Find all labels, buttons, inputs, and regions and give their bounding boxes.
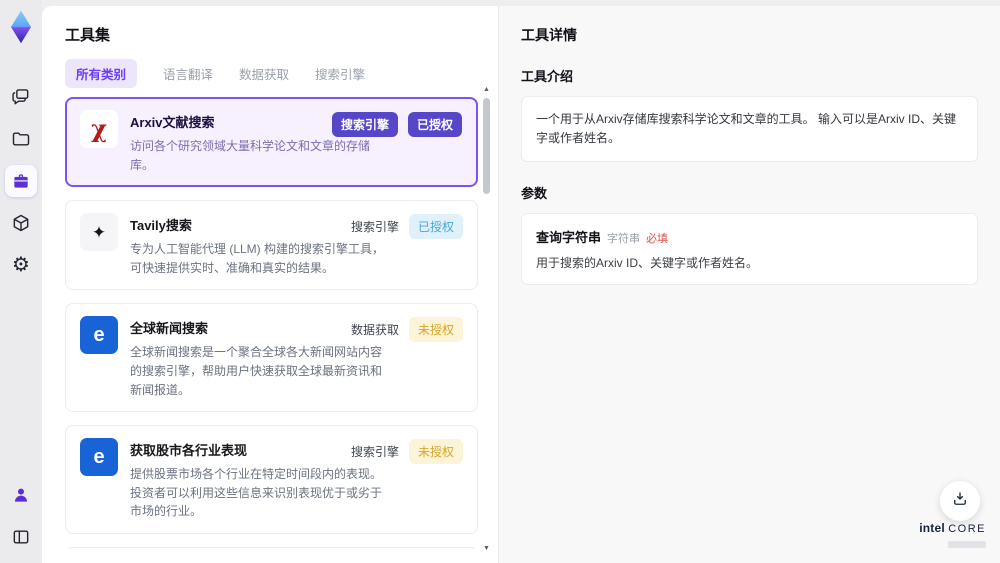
tool-auth-badge: 未授权: [408, 439, 463, 465]
intel-core-logo: intel CORE: [919, 521, 986, 553]
tool-description: 提供股票市场各个行业在特定时间段内的表现。投资者可以利用这些信息来识别表现优于或…: [130, 467, 383, 519]
category-tabs: 所有类别 语言翻译 数据获取 搜索引擎: [65, 58, 498, 88]
user-icon: [11, 485, 31, 505]
download-icon: [951, 490, 969, 513]
scrollbar-down-icon[interactable]: ▼: [482, 545, 491, 553]
detail-title: 工具详情: [521, 27, 577, 43]
toolbox-icon: [11, 171, 31, 191]
param-required-badge: 必填: [646, 233, 669, 246]
tab-language-translation[interactable]: 语言翻译: [163, 64, 213, 83]
intro-box: 一个用于从Arxiv存储库搜索科学论文和文章的工具。 输入可以是Arxiv ID…: [521, 96, 978, 163]
sidebar-item-toolbox[interactable]: [5, 165, 37, 197]
tool-category-tag: 搜索引擎: [350, 220, 399, 235]
sidebar-item-files[interactable]: [5, 123, 37, 155]
tool-list: χ Arxiv文献搜索 访问各个研究领域大量科学论文和文章的存储库。 搜索引擎 …: [65, 97, 498, 549]
settings-gear-icon: ⚙: [12, 254, 30, 276]
tool-card[interactable]: e 获取市场最活跃股票信息 提供当天交易量最高的股票列表，投资者可以利用这些信息…: [65, 546, 478, 549]
global-news-logo-icon: e: [80, 316, 118, 355]
tool-description: 全球新闻搜索是一个聚合全球各大新闻网站内容的搜索引擎，帮助用户快速获取全球最新资…: [130, 345, 383, 397]
folder-icon: [11, 129, 31, 149]
core-wordmark: CORE: [948, 523, 986, 535]
tavily-logo-icon: ✦: [80, 213, 118, 252]
tool-tags: 搜索引擎 已授权: [350, 214, 463, 240]
scrollbar-thumb[interactable]: [483, 98, 490, 194]
tool-category-tag: 搜索引擎: [350, 445, 399, 460]
tool-tags: 搜索引擎 已授权: [331, 112, 462, 137]
tool-category-tag: 搜索引擎: [331, 112, 398, 137]
tool-name: 获取股市各行业表现: [130, 443, 248, 459]
tool-detail-panel: 工具详情 工具介绍 一个用于从Arxiv存储库搜索科学论文和文章的工具。 输入可…: [498, 6, 1000, 563]
param-box: 查询字符串 字符串 必填 用于搜索的Arxiv ID、关键字或作者姓名。: [521, 213, 978, 286]
page-title: 工具集: [65, 27, 111, 44]
package-icon: [11, 213, 31, 233]
sidebar-item-packages[interactable]: [5, 207, 37, 239]
arxiv-logo-icon: χ: [80, 110, 118, 148]
tool-auth-badge: 已授权: [408, 214, 463, 240]
intel-wordmark: intel: [919, 521, 945, 535]
intel-ultra-badge: [948, 541, 986, 548]
app-logo-gem-icon: [6, 8, 36, 46]
tool-description: 访问各个研究领域大量科学论文和文章的存储库。: [130, 139, 371, 172]
tab-search-engine[interactable]: 搜索引擎: [315, 64, 365, 83]
tool-name: 全球新闻搜索: [130, 321, 209, 337]
param-header: 查询字符串 字符串 必填: [536, 227, 963, 246]
param-type: 字符串: [607, 233, 641, 246]
intro-heading: 工具介绍: [521, 69, 574, 84]
app-surface: 工具集 所有类别 语言翻译 数据获取 搜索引擎 χ Arxiv文献搜索 访问各个研究领…: [42, 6, 1000, 563]
download-button[interactable]: [940, 481, 980, 521]
tool-card[interactable]: e 获取股市各行业表现 提供股票市场各个行业在特定时间段内的表现。投资者可以利用…: [65, 425, 478, 534]
intro-text: 一个用于从Arxiv存储库搜索科学论文和文章的工具。 输入可以是Arxiv ID…: [536, 112, 957, 146]
tool-tags: 搜索引擎 未授权: [350, 439, 463, 465]
tab-all-categories[interactable]: 所有类别: [65, 58, 138, 88]
list-scrollbar[interactable]: ▲ ▼: [482, 86, 491, 553]
tool-card[interactable]: e 全球新闻搜索 全球新闻搜索是一个聚合全球各大新闻网站内容的搜索引擎，帮助用户…: [65, 303, 478, 413]
tool-name: Tavily搜索: [130, 218, 192, 234]
sidebar-item-settings[interactable]: ⚙: [5, 249, 37, 281]
chat-icon: [11, 87, 31, 107]
sidebar-item-chat[interactable]: [5, 81, 37, 113]
sidebar-item-user[interactable]: [5, 479, 37, 511]
tab-data-fetch[interactable]: 数据获取: [239, 64, 289, 83]
scrollbar-up-icon[interactable]: ▲: [482, 86, 491, 94]
stock-sector-logo-icon: e: [80, 438, 118, 477]
left-rail: ⚙: [0, 0, 42, 563]
tool-tags: 数据获取 未授权: [350, 317, 463, 343]
tool-card[interactable]: ✦ Tavily搜索 专为人工智能代理 (LLM) 构建的搜索引擎工具，可快速提…: [65, 200, 478, 291]
sidebar-item-panel-toggle[interactable]: [5, 521, 37, 553]
tool-auth-badge: 已授权: [407, 112, 462, 137]
tool-card[interactable]: χ Arxiv文献搜索 访问各个研究领域大量科学论文和文章的存储库。 搜索引擎 …: [65, 97, 478, 188]
tool-auth-badge: 未授权: [408, 317, 463, 343]
param-description: 用于搜索的Arxiv ID、关键字或作者姓名。: [536, 256, 759, 271]
tool-description: 专为人工智能代理 (LLM) 构建的搜索引擎工具，可快速提供实时、准确和真实的结…: [130, 242, 385, 275]
panel-toggle-icon: [11, 527, 31, 547]
tool-list-panel: 工具集 所有类别 语言翻译 数据获取 搜索引擎 χ Arxiv文献搜索 访问各个研究领…: [42, 6, 498, 563]
tool-category-tag: 数据获取: [350, 323, 399, 338]
param-name: 查询字符串: [536, 230, 602, 246]
params-heading: 参数: [521, 186, 548, 202]
